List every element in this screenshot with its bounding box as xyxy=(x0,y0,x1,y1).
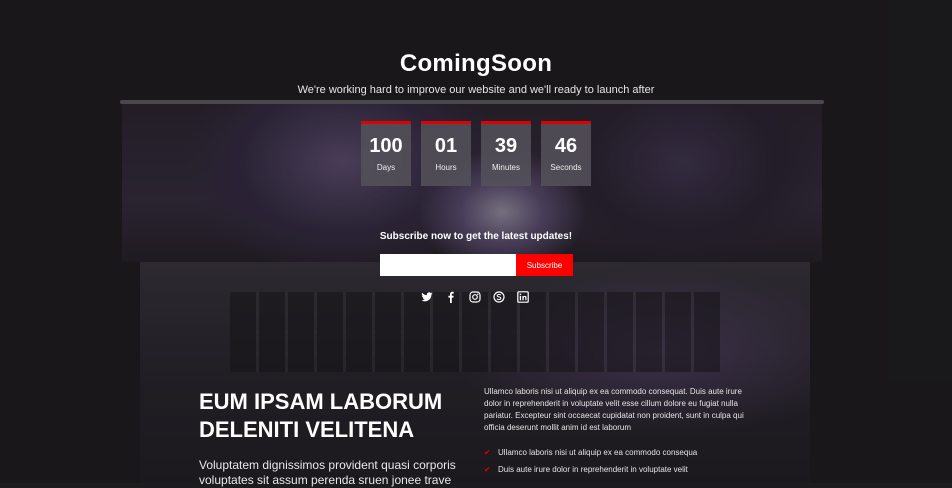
subscribe-form: Subscribe xyxy=(380,254,573,276)
countdown-value: 39 xyxy=(494,135,518,157)
page-title: ComingSoon xyxy=(399,50,553,77)
about-lead: Voluptatem dignissimos provident quasi c… xyxy=(199,458,456,487)
countdown-value: 46 xyxy=(554,135,578,157)
headline-line: EUM IPSAM LABORUM xyxy=(199,389,443,414)
countdown-label: Seconds xyxy=(550,163,582,172)
about-paragraph: Ullamco laboris nisi ut aliquip ex ea co… xyxy=(484,387,744,432)
list-item: ✔ Duis aute irure dolor in reprehenderit… xyxy=(484,464,697,476)
list-item: ✔ Ullamco laboris nisi ut aliquip ex ea … xyxy=(484,447,697,459)
twitter-icon[interactable] xyxy=(421,291,433,303)
countdown-hours: 01 Hours xyxy=(421,121,471,186)
subscribe-button[interactable]: Subscribe xyxy=(516,254,573,276)
check-icon: ✔ xyxy=(484,448,491,457)
check-icon: ✔ xyxy=(484,465,491,474)
email-field[interactable] xyxy=(380,254,516,276)
countdown-value: 100 xyxy=(369,135,403,157)
countdown-seconds: 46 Seconds xyxy=(541,121,591,186)
list-item-text: Ullamco laboris nisi ut aliquip ex ea co… xyxy=(498,448,698,457)
countdown-minutes: 39 Minutes xyxy=(481,121,531,186)
countdown-label: Days xyxy=(376,163,396,172)
linkedin-icon[interactable] xyxy=(517,291,529,303)
countdown-days: 100 Days xyxy=(361,121,411,186)
countdown-timer: 100 Days 01 Hours 39 Minutes 46 Seconds xyxy=(361,121,591,186)
social-links xyxy=(421,291,529,303)
list-item-text: Duis aute irure dolor in reprehenderit i… xyxy=(498,465,688,474)
instagram-icon[interactable] xyxy=(469,291,481,303)
subscribe-text: Subscribe now to get the latest updates! xyxy=(379,231,573,242)
countdown-label: Hours xyxy=(435,163,457,172)
headline-line: DELENITI VELITENA xyxy=(199,417,415,442)
about-headline: EUM IPSAM LABORUM DELENITI VELITENA xyxy=(199,388,479,444)
feature-list: ✔ Ullamco laboris nisi ut aliquip ex ea … xyxy=(484,447,697,481)
page-subtitle: We're working hard to improve our websit… xyxy=(297,84,655,96)
facebook-icon[interactable] xyxy=(445,291,457,303)
skype-icon[interactable] xyxy=(493,291,505,303)
countdown-label: Minutes xyxy=(491,163,520,172)
countdown-value: 01 xyxy=(434,135,458,157)
